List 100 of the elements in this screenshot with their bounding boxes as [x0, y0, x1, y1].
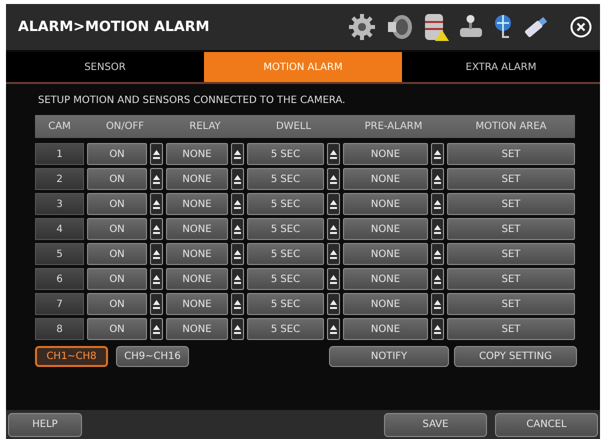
dropdown-field[interactable]: ON	[87, 318, 147, 340]
dropdown-arrow-button[interactable]	[231, 318, 244, 340]
joystick-icon[interactable]	[458, 14, 484, 40]
eject-icon	[233, 148, 242, 160]
dropdown-arrow-button[interactable]	[431, 193, 444, 215]
dropdown-arrow-button[interactable]	[231, 143, 244, 165]
dropdown-arrow-button[interactable]	[327, 143, 340, 165]
dropdown-arrow-button[interactable]	[231, 218, 244, 240]
set-button[interactable]: SET	[447, 243, 575, 265]
dropdown-arrow-button[interactable]	[231, 268, 244, 290]
dropdown-field[interactable]: NONE	[166, 218, 228, 240]
cancel-button[interactable]: CANCEL	[495, 412, 598, 436]
set-button[interactable]: SET	[447, 193, 575, 215]
dropdown-field[interactable]: NONE	[343, 243, 428, 265]
tab[interactable]: SENSOR	[6, 52, 204, 82]
dropdown-field[interactable]: ON	[87, 293, 147, 315]
close-icon[interactable]	[570, 16, 592, 38]
dropdown-field[interactable]: 5 SEC	[247, 243, 324, 265]
dropdown-arrow-button[interactable]	[231, 193, 244, 215]
dropdown-field[interactable]: NONE	[343, 268, 428, 290]
dropdown-arrow-button[interactable]	[150, 218, 163, 240]
dropdown-arrow-button[interactable]	[431, 218, 444, 240]
set-button[interactable]: SET	[447, 268, 575, 290]
dropdown-field[interactable]: ON	[87, 218, 147, 240]
camera-number: 7	[35, 293, 84, 315]
dropdown-field[interactable]: NONE	[166, 168, 228, 190]
eject-icon	[433, 174, 442, 184]
dropdown-field[interactable]: NONE	[343, 318, 428, 340]
set-button[interactable]: SET	[447, 318, 575, 340]
dropdown-arrow-button[interactable]	[327, 218, 340, 240]
dropdown-arrow-button[interactable]	[431, 168, 444, 190]
dropdown-field[interactable]: 5 SEC	[247, 193, 324, 215]
dropdown-field[interactable]: NONE	[343, 143, 428, 165]
set-button[interactable]: SET	[447, 218, 575, 240]
column-header: ON/OFF	[104, 120, 146, 134]
camera-number: 8	[35, 318, 84, 340]
network-globe-icon[interactable]	[493, 13, 513, 41]
save-button[interactable]: SAVE	[384, 412, 487, 436]
eject-icon	[433, 248, 442, 260]
dropdown-arrow-button[interactable]	[150, 268, 163, 290]
database-warning-icon[interactable]	[423, 12, 449, 42]
dropdown-arrow-button[interactable]	[431, 143, 444, 165]
eject-icon	[152, 224, 161, 234]
dropdown-arrow-button[interactable]	[327, 243, 340, 265]
dropdown-field[interactable]: ON	[87, 193, 147, 215]
dropdown-arrow-button[interactable]	[150, 143, 163, 165]
dropdown-field[interactable]: NONE	[343, 293, 428, 315]
dropdown-arrow-button[interactable]	[431, 318, 444, 340]
gear-icon[interactable]	[347, 13, 377, 41]
tab[interactable]: MOTION ALARM	[204, 52, 402, 82]
speaker-icon[interactable]	[386, 13, 414, 41]
dropdown-field[interactable]: NONE	[343, 218, 428, 240]
dropdown-field[interactable]: ON	[87, 143, 147, 165]
tab[interactable]: EXTRA ALARM	[402, 52, 600, 82]
dropdown-field[interactable]: 5 SEC	[247, 293, 324, 315]
dropdown-arrow-button[interactable]	[431, 268, 444, 290]
camera-number: 2	[35, 168, 84, 190]
dropdown-field[interactable]: NONE	[343, 193, 428, 215]
dropdown-field[interactable]: ON	[87, 268, 147, 290]
dropdown-arrow-button[interactable]	[150, 193, 163, 215]
dropdown-arrow-button[interactable]	[431, 243, 444, 265]
eject-icon	[152, 248, 161, 260]
action-button[interactable]: COPY SETTING	[454, 346, 577, 367]
dropdown-field[interactable]: 5 SEC	[247, 268, 324, 290]
set-button[interactable]: SET	[447, 168, 575, 190]
dropdown-field[interactable]: 5 SEC	[247, 168, 324, 190]
dropdown-field[interactable]: NONE	[166, 143, 228, 165]
dropdown-field[interactable]: ON	[87, 243, 147, 265]
dropdown-field[interactable]: NONE	[166, 293, 228, 315]
dropdown-arrow-button[interactable]	[431, 293, 444, 315]
channel-group-button[interactable]: CH1~CH8	[35, 346, 108, 367]
dropdown-arrow-button[interactable]	[150, 293, 163, 315]
set-button[interactable]: SET	[447, 143, 575, 165]
dropdown-field[interactable]: NONE	[166, 193, 228, 215]
dropdown-arrow-button[interactable]	[231, 168, 244, 190]
dropdown-arrow-button[interactable]	[150, 168, 163, 190]
dropdown-field[interactable]: NONE	[166, 318, 228, 340]
dropdown-arrow-button[interactable]	[231, 243, 244, 265]
eject-icon	[233, 248, 242, 260]
help-button[interactable]: HELP	[8, 412, 82, 436]
dropdown-field[interactable]: ON	[87, 168, 147, 190]
dropdown-arrow-button[interactable]	[327, 193, 340, 215]
dropdown-field[interactable]: 5 SEC	[247, 318, 324, 340]
channel-group-button[interactable]: CH9~CH16	[116, 346, 189, 367]
dropdown-arrow-button[interactable]	[327, 168, 340, 190]
usb-stick-icon[interactable]	[522, 14, 550, 40]
dropdown-arrow-button[interactable]	[327, 268, 340, 290]
dropdown-field[interactable]: NONE	[166, 243, 228, 265]
eject-icon	[152, 298, 161, 310]
action-button[interactable]: NOTIFY	[329, 346, 449, 367]
dropdown-arrow-button[interactable]	[150, 318, 163, 340]
dropdown-arrow-button[interactable]	[231, 293, 244, 315]
dropdown-field[interactable]: 5 SEC	[247, 143, 324, 165]
dropdown-arrow-button[interactable]	[327, 293, 340, 315]
dropdown-field[interactable]: NONE	[166, 268, 228, 290]
dropdown-field[interactable]: NONE	[343, 168, 428, 190]
dropdown-arrow-button[interactable]	[150, 243, 163, 265]
set-button[interactable]: SET	[447, 293, 575, 315]
dropdown-arrow-button[interactable]	[327, 318, 340, 340]
dropdown-field[interactable]: 5 SEC	[247, 218, 324, 240]
